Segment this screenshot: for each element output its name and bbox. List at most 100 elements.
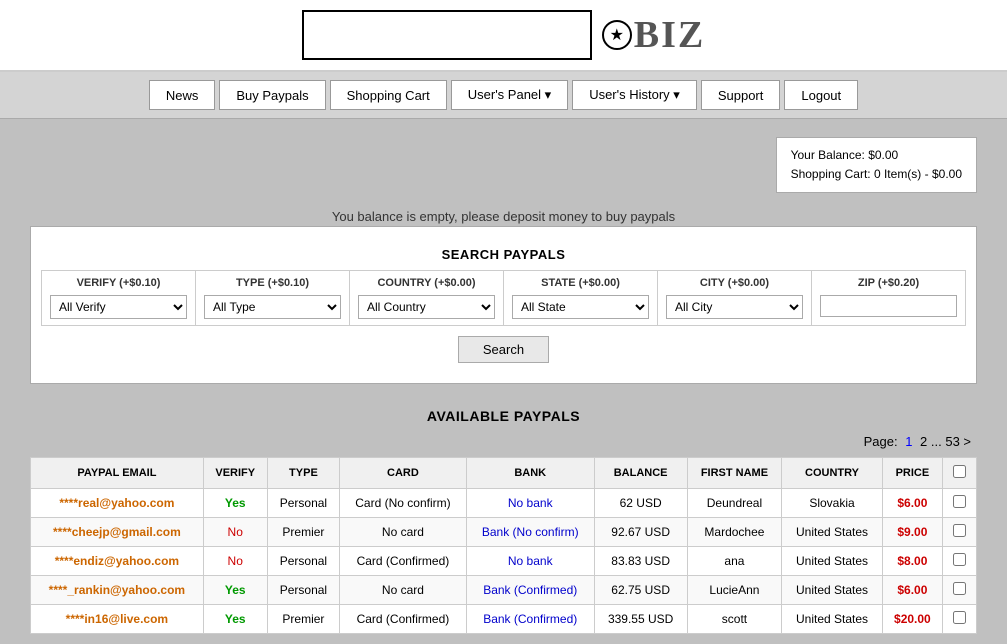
row-checkbox[interactable] [953, 524, 966, 537]
cell-email: ****cheejp@gmail.com [31, 518, 204, 547]
available-title: AVAILABLE PAYPALS [30, 400, 977, 430]
filter-country-label: COUNTRY (+$0.00) [358, 277, 495, 289]
pagination: Page: 1 2 ... 53 > [30, 430, 977, 453]
row-checkbox[interactable] [953, 611, 966, 624]
col-bank: BANK [466, 458, 594, 489]
cell-balance: 83.83 USD [594, 547, 687, 576]
main-content: Your Balance: $0.00 Shopping Cart: 0 Ite… [0, 119, 1007, 644]
search-title: SEARCH PAYPALS [41, 243, 966, 270]
cell-country: United States [782, 605, 882, 634]
header: ★ BIZ [0, 0, 1007, 72]
cell-firstname: scott [687, 605, 782, 634]
cell-type: Personal [267, 576, 340, 605]
page-more[interactable]: 2 ... 53 > [920, 434, 971, 449]
table-row: ****_rankin@yahoo.com Yes Personal No ca… [31, 576, 977, 605]
country-select[interactable]: All Country [358, 295, 495, 319]
cell-type: Personal [267, 489, 340, 518]
row-checkbox[interactable] [953, 495, 966, 508]
bank-link[interactable]: Bank (No confirm) [482, 525, 579, 539]
cell-checkbox [943, 605, 977, 634]
cell-type: Personal [267, 547, 340, 576]
bank-link[interactable]: Bank (Confirmed) [483, 583, 577, 597]
cell-verify: Yes [203, 489, 267, 518]
table-row: ****endiz@yahoo.com No Personal Card (Co… [31, 547, 977, 576]
cell-price: $20.00 [882, 605, 942, 634]
city-select[interactable]: All City [666, 295, 803, 319]
type-select[interactable]: All Type [204, 295, 341, 319]
email-link[interactable]: ****_rankin@yahoo.com [49, 583, 185, 597]
table-row: ****in16@live.com Yes Premier Card (Conf… [31, 605, 977, 634]
filter-zip: ZIP (+$0.20) [812, 271, 965, 325]
cell-balance: 62.75 USD [594, 576, 687, 605]
search-filters: VERIFY (+$0.10) All Verify TYPE (+$0.10)… [41, 270, 966, 326]
cell-bank: No bank [466, 489, 594, 518]
row-checkbox[interactable] [953, 582, 966, 595]
col-firstname: FIRST NAME [687, 458, 782, 489]
cell-checkbox [943, 547, 977, 576]
page-current[interactable]: 1 [905, 434, 912, 449]
nav-users-history[interactable]: User's History ▾ [572, 80, 697, 110]
cell-checkbox [943, 489, 977, 518]
nav-users-panel[interactable]: User's Panel ▾ [451, 80, 568, 110]
cell-bank: Bank (Confirmed) [466, 576, 594, 605]
select-all-checkbox[interactable] [953, 465, 966, 478]
bank-link[interactable]: No bank [508, 496, 553, 510]
cell-card: No card [340, 576, 467, 605]
zip-input[interactable] [820, 295, 957, 317]
cell-verify: Yes [203, 576, 267, 605]
cell-card: Card (Confirmed) [340, 547, 467, 576]
filter-type: TYPE (+$0.10) All Type [196, 271, 350, 325]
cell-email: ****in16@live.com [31, 605, 204, 634]
cell-bank: Bank (Confirmed) [466, 605, 594, 634]
verify-value: Yes [225, 583, 246, 597]
email-link[interactable]: ****in16@live.com [66, 612, 168, 626]
logo-text: BIZ [634, 13, 705, 57]
cell-verify: No [203, 518, 267, 547]
nav-logout[interactable]: Logout [784, 80, 858, 110]
col-type: TYPE [267, 458, 340, 489]
cell-card: No card [340, 518, 467, 547]
cell-firstname: Deundreal [687, 489, 782, 518]
filter-zip-label: ZIP (+$0.20) [820, 277, 957, 289]
cell-firstname: Mardochee [687, 518, 782, 547]
email-link[interactable]: ****endiz@yahoo.com [55, 554, 179, 568]
cell-email: ****_rankin@yahoo.com [31, 576, 204, 605]
verify-select[interactable]: All Verify [50, 295, 187, 319]
filter-city-label: CITY (+$0.00) [666, 277, 803, 289]
cell-country: United States [782, 547, 882, 576]
nav-buy-paypals[interactable]: Buy Paypals [219, 80, 325, 110]
bank-link[interactable]: Bank (Confirmed) [483, 612, 577, 626]
cell-price: $9.00 [882, 518, 942, 547]
filter-type-label: TYPE (+$0.10) [204, 277, 341, 289]
col-card: CARD [340, 458, 467, 489]
price-value: $8.00 [897, 554, 927, 568]
cell-card: Card (No confirm) [340, 489, 467, 518]
nav-shopping-cart[interactable]: Shopping Cart [330, 80, 447, 110]
cell-price: $6.00 [882, 576, 942, 605]
cell-country: Slovakia [782, 489, 882, 518]
search-button[interactable]: Search [458, 336, 549, 363]
price-value: $6.00 [897, 583, 927, 597]
navbar: News Buy Paypals Shopping Cart User's Pa… [0, 72, 1007, 119]
email-link[interactable]: ****real@yahoo.com [59, 496, 174, 510]
filter-verify: VERIFY (+$0.10) All Verify [42, 271, 196, 325]
filter-verify-label: VERIFY (+$0.10) [50, 277, 187, 289]
email-link[interactable]: ****cheejp@gmail.com [53, 525, 181, 539]
cell-email: ****real@yahoo.com [31, 489, 204, 518]
cell-bank: Bank (No confirm) [466, 518, 594, 547]
cell-verify: No [203, 547, 267, 576]
paypals-table: PAYPAL EMAIL VERIFY TYPE CARD BANK BALAN… [30, 457, 977, 634]
cell-card: Card (Confirmed) [340, 605, 467, 634]
row-checkbox[interactable] [953, 553, 966, 566]
cell-type: Premier [267, 518, 340, 547]
cell-checkbox [943, 576, 977, 605]
price-value: $20.00 [894, 612, 931, 626]
table-row: ****real@yahoo.com Yes Personal Card (No… [31, 489, 977, 518]
cell-country: United States [782, 518, 882, 547]
nav-support[interactable]: Support [701, 80, 781, 110]
state-select[interactable]: All State [512, 295, 649, 319]
nav-news[interactable]: News [149, 80, 216, 110]
cell-country: United States [782, 576, 882, 605]
verify-value: No [228, 525, 243, 539]
bank-link[interactable]: No bank [508, 554, 553, 568]
